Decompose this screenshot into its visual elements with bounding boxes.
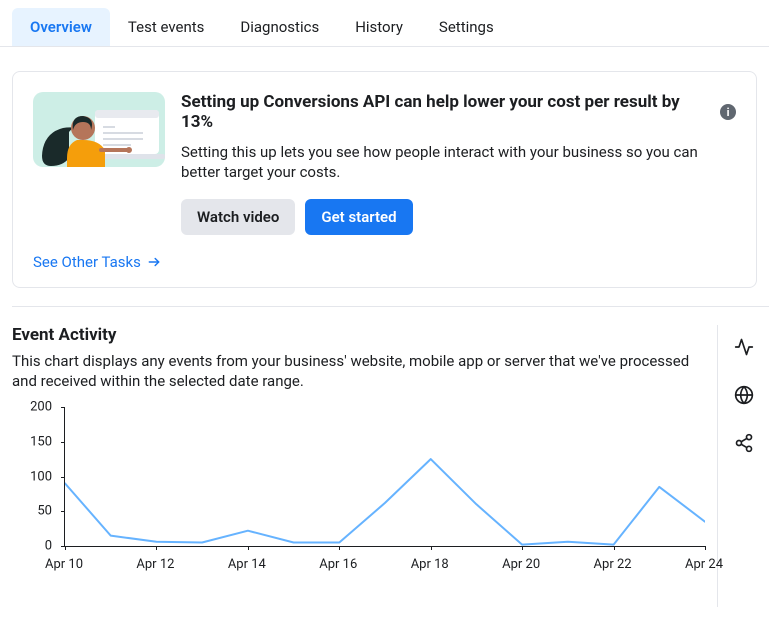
side-rail bbox=[717, 325, 769, 608]
tab-settings[interactable]: Settings bbox=[421, 8, 512, 46]
promo-title: Setting up Conversions API can help lowe… bbox=[181, 92, 736, 132]
see-other-tasks-label: See Other Tasks bbox=[33, 253, 141, 271]
x-axis-label: Apr 12 bbox=[136, 557, 174, 572]
watch-video-button[interactable]: Watch video bbox=[181, 199, 295, 235]
y-axis-label: 100 bbox=[30, 469, 52, 484]
arrow-right-icon bbox=[147, 255, 161, 269]
x-axis-label: Apr 24 bbox=[685, 557, 723, 572]
y-axis-label: 50 bbox=[37, 504, 52, 519]
x-axis-label: Apr 14 bbox=[228, 557, 266, 572]
promo-description: Setting this up lets you see how people … bbox=[181, 142, 736, 183]
activity-icon[interactable] bbox=[734, 337, 754, 357]
x-axis-label: Apr 16 bbox=[319, 557, 357, 572]
tab-test-events[interactable]: Test events bbox=[110, 8, 222, 46]
divider bbox=[12, 306, 769, 307]
share-icon[interactable] bbox=[734, 433, 754, 453]
event-activity-chart: 050100150200 Apr 10Apr 12Apr 14Apr 16Apr… bbox=[20, 407, 705, 587]
x-axis-label: Apr 18 bbox=[411, 557, 449, 572]
tabs: Overview Test events Diagnostics History… bbox=[0, 0, 769, 47]
globe-icon[interactable] bbox=[734, 385, 754, 405]
promo-illustration bbox=[33, 92, 165, 167]
event-activity-title: Event Activity bbox=[12, 325, 705, 345]
y-axis-label: 200 bbox=[30, 400, 52, 415]
x-axis-label: Apr 20 bbox=[502, 557, 540, 572]
get-started-button[interactable]: Get started bbox=[305, 199, 412, 235]
conversions-api-card: Setting up Conversions API can help lowe… bbox=[12, 71, 757, 288]
y-axis-label: 150 bbox=[30, 434, 52, 449]
tab-history[interactable]: History bbox=[337, 8, 421, 46]
tab-diagnostics[interactable]: Diagnostics bbox=[222, 8, 337, 46]
promo-title-text: Setting up Conversions API can help lowe… bbox=[181, 92, 714, 132]
tab-overview[interactable]: Overview bbox=[12, 8, 110, 46]
x-axis-label: Apr 22 bbox=[594, 557, 632, 572]
y-axis-label: 0 bbox=[45, 539, 52, 554]
event-activity-description: This chart displays any events from your… bbox=[12, 351, 705, 392]
see-other-tasks-link[interactable]: See Other Tasks bbox=[33, 253, 161, 271]
info-icon[interactable]: i bbox=[720, 104, 736, 120]
x-axis-label: Apr 10 bbox=[45, 557, 83, 572]
